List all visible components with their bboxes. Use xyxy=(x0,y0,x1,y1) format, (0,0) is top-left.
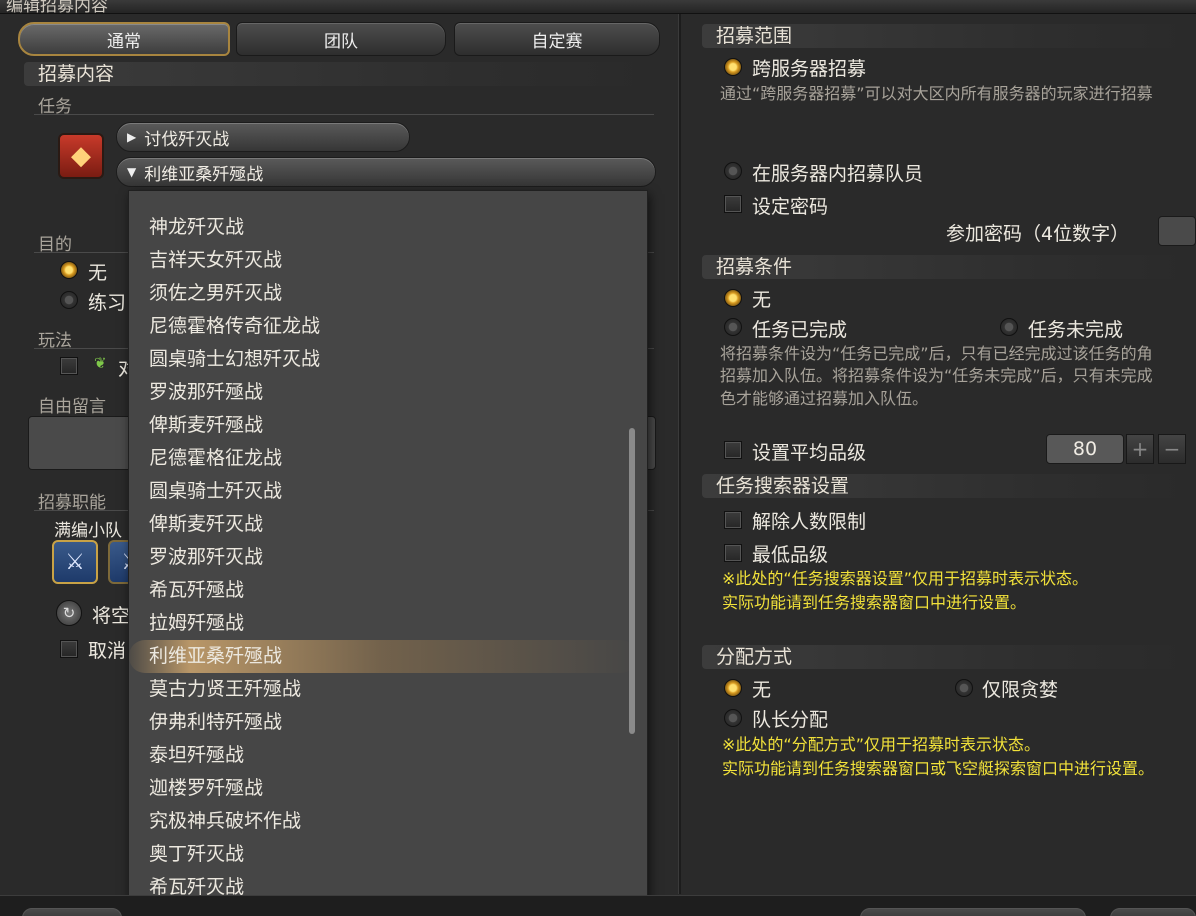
comment-label: 自由留言 xyxy=(38,397,106,417)
duty-dropdown-list[interactable]: 神龙歼灭战 吉祥天女歼灭战 须佐之男歼灭战 尼德霍格传奇征龙战 圆桌骑士幻想歼灭战 罗波那… xyxy=(128,190,648,914)
password-check-label: 设定密码 xyxy=(752,196,829,218)
dropdown-item[interactable]: 迦楼罗歼殛战 xyxy=(129,772,637,805)
footer-button[interactable] xyxy=(860,908,1086,916)
dropdown-item[interactable]: 俾斯麦歼灭战 xyxy=(129,508,637,541)
dropdown-item[interactable]: 神龙歼灭战 xyxy=(129,211,637,244)
dropdown-item[interactable]: 须佐之男歼灭战 xyxy=(129,277,637,310)
finder-settings-header: 任务搜索器设置 xyxy=(702,474,1196,498)
party-recruitment-window: 编辑招募内容 通常 团队 自定赛 招募内容 任务 ◆ ▶ 讨伐歼灭战 ▼ 利维亚… xyxy=(0,0,1196,916)
cond-incomplete-label: 任务未完成 xyxy=(1028,319,1124,341)
dropdown-item[interactable]: 伊弗利特歼殛战 xyxy=(129,706,637,739)
triangle-right-icon: ▶ xyxy=(127,130,137,144)
plus-icon[interactable]: + xyxy=(1126,434,1154,464)
dropdown-item[interactable]: 圆桌骑士幻想歼灭战 xyxy=(129,343,637,376)
tab-custom-match[interactable]: 自定赛 xyxy=(454,22,660,56)
loot-greed-label: 仅限贪婪 xyxy=(982,679,1059,701)
sprout-icon: ❦ xyxy=(94,354,107,372)
cond-none-radio[interactable] xyxy=(724,289,742,307)
finder-note-line1: ※此处的“任务搜索器设置”仅用于招募时表示状态。 xyxy=(722,569,1088,588)
avg-ilvl-label: 设置平均品级 xyxy=(752,442,867,464)
loot-header: 分配方式 xyxy=(702,645,1196,669)
window-titlebar[interactable]: 编辑招募内容 xyxy=(0,0,1196,14)
loot-none-radio[interactable] xyxy=(724,679,742,697)
full-party-label: 满编小队 xyxy=(54,521,122,541)
cond-note-line2: 招募加入队伍。将招募条件设为“任务未完成”后，只有未完成 xyxy=(720,366,1153,385)
loot-greed-radio[interactable] xyxy=(955,679,973,697)
dropdown-scrollbar[interactable] xyxy=(629,428,635,734)
loot-none-label: 无 xyxy=(752,679,772,701)
in-server-label: 在服务器内招募队员 xyxy=(752,163,924,185)
cond-completed-label: 任务已完成 xyxy=(752,319,848,341)
duty-select-value: 利维亚桑歼殛战 xyxy=(144,164,264,185)
duty-category-dropdown[interactable]: ▶ 讨伐歼灭战 xyxy=(116,122,410,152)
playstyle-checkbox[interactable] xyxy=(60,357,78,375)
conditions-header: 招募条件 xyxy=(702,255,1196,279)
dropdown-item[interactable]: 尼德霍格传奇征龙战 xyxy=(129,310,637,343)
cross-server-radio[interactable] xyxy=(724,58,742,76)
dropdown-item[interactable]: 俾斯麦歼殛战 xyxy=(129,409,637,442)
dropdown-item[interactable]: 莫古力贤王歼殛战 xyxy=(129,673,637,706)
loot-leader-label: 队长分配 xyxy=(752,709,829,731)
cancel-checkbox[interactable] xyxy=(60,640,78,658)
duty-category-value: 讨伐歼灭战 xyxy=(144,129,230,150)
tab-alliance[interactable]: 团队 xyxy=(236,22,446,56)
window-title: 编辑招募内容 xyxy=(6,0,108,14)
finder-note-line2: 实际功能请到任务搜索器窗口中进行设置。 xyxy=(722,593,1027,612)
password-field-label: 参加密码（4位数字） xyxy=(946,223,1130,245)
job-slot-icon[interactable]: ⚔ xyxy=(52,540,98,584)
unrestricted-label: 解除人数限制 xyxy=(752,511,867,533)
dropdown-item[interactable]: 圆桌骑士歼灭战 xyxy=(129,475,637,508)
duty-select-dropdown[interactable]: ▼ 利维亚桑歼殛战 xyxy=(116,157,656,187)
triangle-down-icon: ▼ xyxy=(127,165,137,179)
dropdown-item[interactable]: 奥丁歼灭战 xyxy=(129,838,637,871)
refresh-icon[interactable]: ↻ xyxy=(56,600,82,626)
dropdown-item[interactable]: 拉姆歼殛战 xyxy=(129,607,637,640)
purpose-none-label: 无 xyxy=(88,262,108,284)
recruit-range-header: 招募范围 xyxy=(702,24,1196,48)
footer-button[interactable] xyxy=(1110,908,1196,916)
password-input[interactable] xyxy=(1158,216,1196,246)
dropdown-item[interactable]: 尼德霍格征龙战 xyxy=(129,442,637,475)
dropdown-item[interactable]: 泰坦歼殛战 xyxy=(129,739,637,772)
minus-icon[interactable]: − xyxy=(1158,434,1186,464)
dropdown-item[interactable]: 罗波那歼殛战 xyxy=(129,376,637,409)
footer-button[interactable] xyxy=(22,908,122,916)
cond-completed-radio[interactable] xyxy=(724,318,742,336)
in-server-radio[interactable] xyxy=(724,162,742,180)
cond-note-line3: 色才能够通过招募加入队伍。 xyxy=(720,389,929,408)
dropdown-item[interactable]: 吉祥天女歼灭战 xyxy=(129,244,637,277)
action-text: 将空 xyxy=(92,605,131,627)
unrestricted-checkbox[interactable] xyxy=(724,511,742,529)
cond-incomplete-radio[interactable] xyxy=(1000,318,1018,336)
avg-ilvl-input[interactable]: 80 xyxy=(1046,434,1124,464)
avg-ilvl-checkbox[interactable] xyxy=(724,441,742,459)
cond-note-line1: 将招募条件设为“任务已完成”后，只有已经完成过该任务的角 xyxy=(720,344,1153,363)
loot-note-line1: ※此处的“分配方式”仅用于招募时表示状态。 xyxy=(722,735,1040,754)
dropdown-item[interactable]: 究极神兵破坏作战 xyxy=(129,805,637,838)
purpose-practice-radio[interactable] xyxy=(60,291,78,309)
tab-normal[interactable]: 通常 xyxy=(18,22,230,56)
panel-divider xyxy=(678,14,681,894)
loot-leader-radio[interactable] xyxy=(724,709,742,727)
dropdown-item[interactable]: 罗波那歼灭战 xyxy=(129,541,637,574)
loot-note-line2: 实际功能请到任务搜索器窗口或飞空艇探索窗口中进行设置。 xyxy=(722,759,1155,778)
min-ilvl-checkbox[interactable] xyxy=(724,544,742,562)
dropdown-item[interactable]: 利维亚桑歼殛战 xyxy=(129,640,637,673)
recruitment-content-header: 招募内容 xyxy=(24,62,658,86)
duty-ifrit-icon: ◆ xyxy=(58,133,104,179)
cross-server-label: 跨服务器招募 xyxy=(752,58,867,80)
min-ilvl-label: 最低品级 xyxy=(752,544,829,566)
cross-server-note: 通过“跨服务器招募”可以对大区内所有服务器的玩家进行招募 xyxy=(720,84,1153,103)
password-checkbox[interactable] xyxy=(724,195,742,213)
cancel-label: 取消 xyxy=(88,640,127,662)
purpose-practice-label: 练习 xyxy=(88,292,127,314)
divider xyxy=(34,114,654,115)
dropdown-item[interactable]: 希瓦歼殛战 xyxy=(129,574,637,607)
purpose-none-radio[interactable] xyxy=(60,261,78,279)
cond-none-label: 无 xyxy=(752,289,772,311)
